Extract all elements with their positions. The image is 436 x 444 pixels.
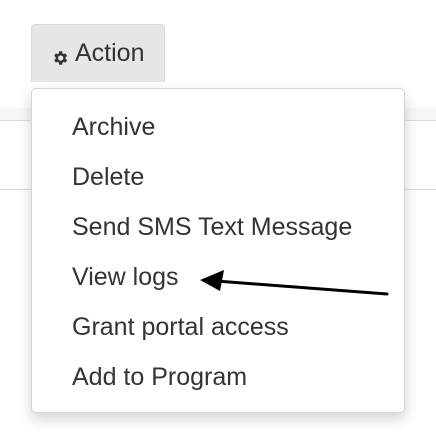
action-button-label: Action <box>75 39 145 67</box>
menu-item-send-sms[interactable]: Send SMS Text Message <box>32 202 404 252</box>
screenshot-canvas: Action Archive Delete Send SMS Text Mess… <box>0 0 436 444</box>
menu-item-archive[interactable]: Archive <box>32 102 404 152</box>
menu-item-add-to-program[interactable]: Add to Program <box>32 352 404 402</box>
menu-item-delete[interactable]: Delete <box>32 152 404 202</box>
menu-item-grant-portal-access[interactable]: Grant portal access <box>32 302 404 352</box>
action-dropdown-button[interactable]: Action <box>31 24 165 82</box>
action-dropdown-menu: Archive Delete Send SMS Text Message Vie… <box>31 88 405 413</box>
gear-icon <box>51 45 69 65</box>
menu-item-view-logs[interactable]: View logs <box>32 252 404 302</box>
